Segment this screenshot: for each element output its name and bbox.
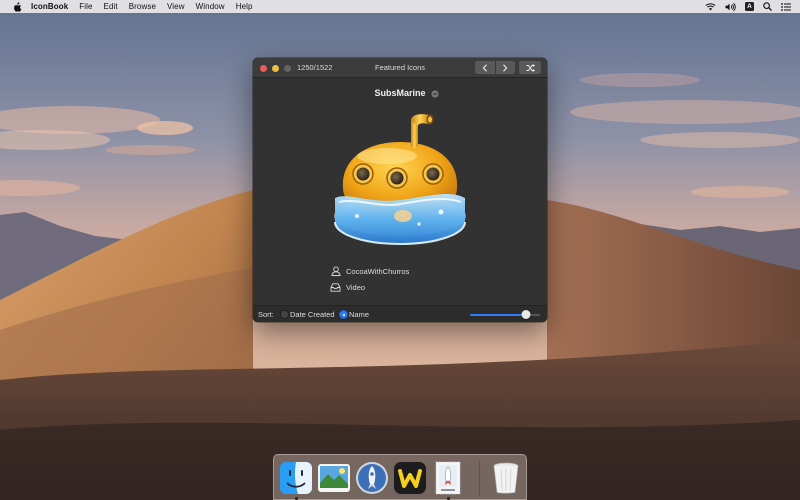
status-menus: A — [705, 0, 800, 13]
chevron-left-icon — [482, 63, 487, 72]
dock-separator — [479, 461, 480, 495]
icon-counter: 1250/1522 — [297, 63, 333, 72]
shuffle-icon — [526, 63, 535, 72]
wifi-icon[interactable] — [705, 2, 716, 11]
icon-detail-view: SubsMarine CocoaWithChurros Video — [253, 79, 547, 305]
navigation-segmented-control — [475, 61, 515, 74]
shuffle-button[interactable] — [519, 61, 541, 74]
icon-size-slider[interactable] — [470, 310, 540, 319]
icon-name-heading: SubsMarine — [253, 88, 547, 98]
trash-icon[interactable] — [489, 461, 523, 495]
input-source-label: A — [745, 2, 754, 11]
menu-edit[interactable]: Edit — [104, 0, 118, 13]
photos-app-icon[interactable] — [317, 461, 351, 495]
input-source-icon[interactable]: A — [745, 2, 754, 11]
menu-app-name[interactable]: IconBook — [31, 0, 68, 13]
submarine-artwork-icon — [334, 114, 466, 246]
slider-knob[interactable] — [521, 310, 531, 319]
author-row[interactable]: CocoaWithChurros — [330, 265, 409, 277]
icon-name: SubsMarine — [374, 88, 426, 98]
volume-icon[interactable] — [725, 2, 736, 11]
next-icon-button[interactable] — [496, 61, 516, 74]
iconbook-app-icon[interactable] — [431, 461, 465, 495]
previous-icon-button[interactable] — [475, 61, 495, 74]
person-icon — [330, 266, 341, 277]
menu-view[interactable]: View — [167, 0, 185, 13]
slider-fill — [470, 314, 526, 316]
featured-icons-window: 1250/1522 Featured Icons SubsMarine Coco… — [253, 58, 547, 322]
category-row[interactable]: Video — [330, 281, 365, 293]
menu-file[interactable]: File — [79, 0, 92, 13]
notification-center-icon[interactable] — [781, 2, 791, 11]
sort-date-created-label[interactable]: Date Created — [290, 306, 335, 322]
apple-logo-icon[interactable] — [12, 1, 22, 12]
launchpad-rocket-icon[interactable] — [355, 461, 389, 495]
finder-running-indicator — [294, 496, 298, 500]
menu-bar: IconBook File Edit Browse View Window He… — [0, 0, 800, 13]
menu-help[interactable]: Help — [236, 0, 253, 13]
menu-window[interactable]: Window — [196, 0, 225, 13]
window-close-button[interactable] — [260, 65, 267, 72]
window-minimize-button[interactable] — [272, 65, 279, 72]
sort-bar: Sort: Date Created Name — [253, 305, 547, 322]
more-info-icon[interactable] — [431, 90, 439, 98]
chevron-right-icon — [503, 63, 508, 72]
tray-icon — [330, 282, 341, 293]
dock — [273, 454, 527, 500]
sort-name-radio[interactable] — [339, 310, 348, 319]
finder-icon[interactable] — [279, 461, 313, 495]
window-zoom-button[interactable] — [284, 65, 291, 72]
w-app-icon[interactable] — [393, 461, 427, 495]
iconbook-running-indicator — [446, 496, 450, 500]
sort-name-label[interactable]: Name — [349, 306, 369, 322]
sort-label: Sort: — [258, 310, 274, 319]
author-name: CocoaWithChurros — [346, 266, 410, 276]
menu-browse[interactable]: Browse — [129, 0, 156, 13]
title-bar[interactable]: 1250/1522 Featured Icons — [253, 58, 547, 78]
spotlight-search-icon[interactable] — [763, 2, 772, 11]
category-name: Video — [346, 282, 366, 292]
sort-date-created-radio[interactable] — [280, 310, 289, 319]
